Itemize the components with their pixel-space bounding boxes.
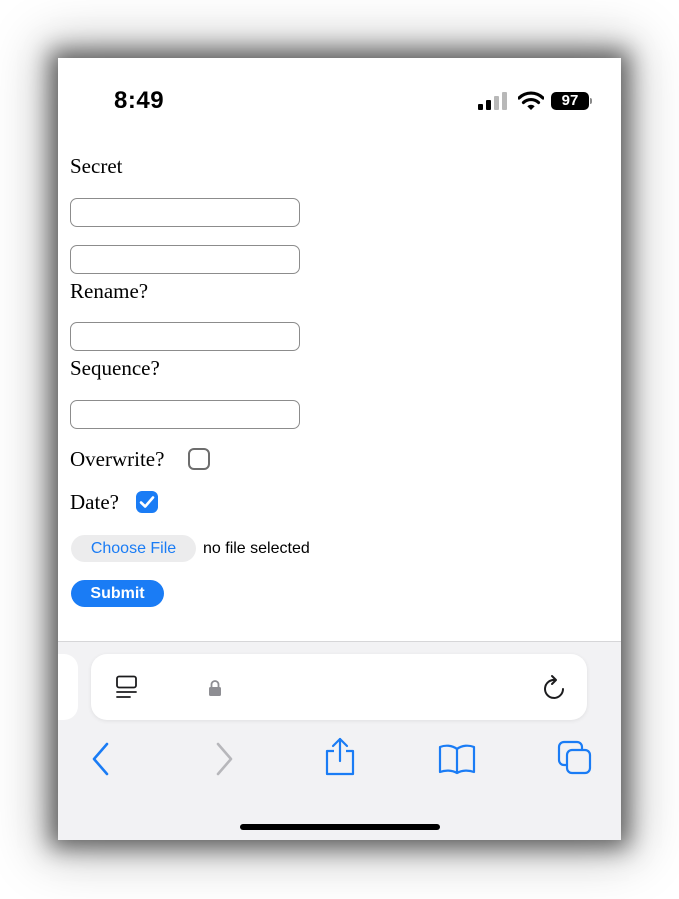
back-icon[interactable] [91,742,111,776]
rename-input[interactable] [70,322,300,351]
reload-icon[interactable] [542,674,568,702]
status-time: 8:49 [114,87,165,114]
file-status-text: no file selected [203,540,310,557]
checkmark-icon [139,496,155,508]
sequence-label: Sequence? [70,356,160,380]
battery-nub [590,98,592,104]
page-menu-icon[interactable] [115,675,139,701]
secret-confirm-input[interactable] [70,245,300,274]
secret-label: Secret [70,154,123,178]
overwrite-label: Overwrite? [70,447,165,471]
choose-file-button[interactable]: Choose File [71,535,196,562]
date-checkbox[interactable] [136,491,158,513]
battery-indicator: 97 [551,92,589,110]
submit-button[interactable]: Submit [71,580,164,607]
cellular-signal-icon [478,92,507,110]
bookmarks-icon[interactable] [438,743,476,775]
tabs-icon[interactable] [557,740,593,776]
rename-label: Rename? [70,279,149,303]
share-icon[interactable] [324,737,356,777]
previous-tab-preview[interactable] [58,654,78,720]
wifi-icon [518,91,544,110]
secret-input[interactable] [70,198,300,227]
sequence-input[interactable] [70,400,300,429]
address-bar[interactable] [91,654,587,720]
phone-screen: 8:49 97 Secret Rename? Sequence? Overwri… [58,58,621,840]
date-label: Date? [70,490,119,514]
lock-icon [209,680,221,696]
forward-icon[interactable] [214,742,234,776]
browser-toolbar [58,641,621,840]
overwrite-checkbox[interactable] [188,448,210,470]
home-indicator [240,824,440,830]
